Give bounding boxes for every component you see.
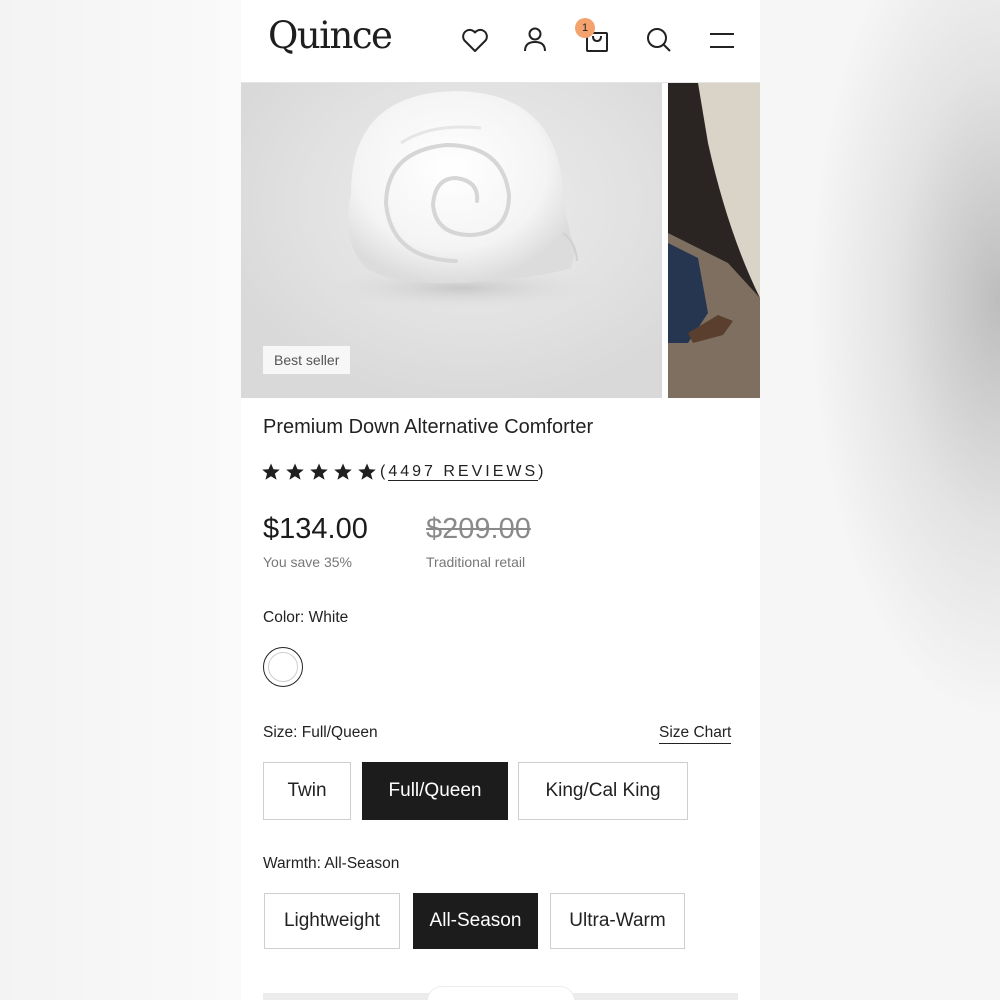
size-chart-link[interactable]: Size Chart (659, 724, 732, 744)
product-image-gallery[interactable]: Best seller (241, 83, 760, 398)
warmth-option-ultra-warm[interactable]: Ultra-Warm (550, 893, 685, 949)
heart-icon[interactable] (459, 24, 491, 56)
floating-pill[interactable] (427, 986, 575, 1000)
color-swatch-white[interactable] (263, 647, 303, 687)
reviews-count[interactable]: 4497 REVIEWS (388, 463, 539, 481)
reviews-link[interactable]: (4497 REVIEWS) (380, 463, 546, 481)
size-option-king-cal-king[interactable]: King/Cal King (518, 762, 688, 820)
star-icon (262, 463, 280, 480)
brand-logo[interactable]: Quince (268, 14, 393, 57)
size-option-full-queen[interactable]: Full/Queen (362, 762, 508, 820)
rating-stars[interactable] (261, 462, 377, 484)
size-label: Size: Full/Queen (263, 724, 378, 741)
search-icon[interactable] (643, 24, 675, 56)
product-title: Premium Down Alternative Comforter (263, 416, 594, 438)
product-image-main[interactable]: Best seller (241, 83, 662, 398)
star-icon (286, 463, 304, 480)
warmth-option-all-season[interactable]: All-Season (413, 893, 538, 949)
lifestyle-photo-illustration (668, 83, 760, 398)
reviews-close-paren: ) (538, 463, 547, 480)
star-icon (334, 463, 352, 480)
retail-price: $209.00 (426, 513, 531, 545)
cart-count-badge: 1 (575, 18, 595, 38)
mobile-viewport: Quince 1 Best seller Premium Down Altern… (241, 0, 760, 1000)
size-option-twin[interactable]: Twin (263, 762, 351, 820)
sale-price: $134.00 (263, 513, 368, 545)
user-icon[interactable] (519, 24, 551, 56)
product-image-next[interactable] (668, 83, 760, 398)
star-icon (310, 463, 328, 480)
star-icon (358, 463, 376, 480)
color-label: Color: White (263, 609, 349, 626)
warmth-label: Warmth: All-Season (263, 855, 400, 872)
site-header: Quince 1 (241, 0, 760, 83)
warmth-option-lightweight[interactable]: Lightweight (264, 893, 400, 949)
best-seller-badge: Best seller (263, 346, 351, 374)
retail-label: Traditional retail (426, 554, 526, 570)
savings-text: You save 35% (263, 554, 352, 570)
background-right (760, 0, 1000, 1000)
background-left (0, 0, 241, 1000)
menu-icon[interactable] (706, 24, 738, 56)
